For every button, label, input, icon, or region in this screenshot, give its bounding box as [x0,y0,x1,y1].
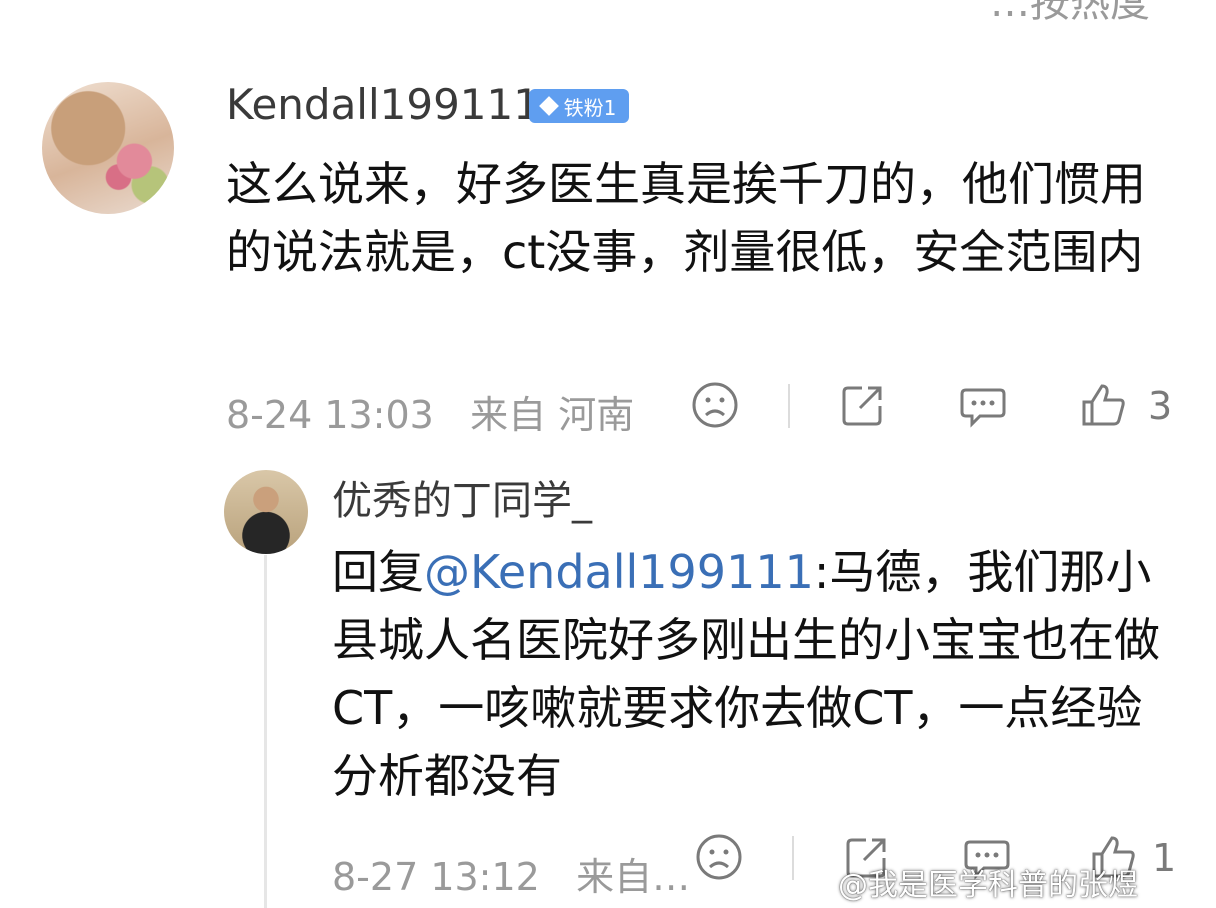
reply-text: 回复@Kendall199111:马德，我们那小县城人名医院好多刚出生的小宝宝也… [332,538,1172,810]
reply-meta: 8-27 13:12 来自… [332,846,690,901]
sad-face-icon[interactable] [694,832,744,882]
watermark: @我是医学科普的张煜 [838,868,1138,903]
reply-username[interactable]: 优秀的丁同学_ [332,468,592,526]
fan-badge: 铁粉1 [529,89,629,123]
comment-username[interactable]: Kendall199111 [226,80,540,129]
thumbs-up-icon[interactable] [1078,380,1128,430]
action-divider [788,384,790,428]
thread-line [264,555,267,908]
mention-link[interactable]: @Kendall199111 [424,545,814,599]
action-divider [792,836,794,880]
reply-avatar[interactable] [224,470,308,554]
fan-badge-label: 铁粉1 [563,95,617,120]
reply-location: 来自… [576,855,691,899]
share-icon[interactable] [838,380,888,430]
avatar[interactable] [42,82,174,214]
sort-label[interactable]: …按热度 [990,0,1150,28]
reply-date: 8-27 13:12 [332,855,540,899]
sad-face-icon[interactable] [690,380,740,430]
comment-text: 这么说来，好多医生真是挨千刀的，他们惯用的说法就是，ct没事，剂量很低，安全范围… [226,157,1146,279]
reply-like-count: 1 [1152,836,1177,880]
reply-prefix: 回复 [332,545,424,599]
like-count: 3 [1148,384,1173,428]
comment-location: 来自 河南 [470,393,635,437]
diamond-icon [538,96,559,116]
comment-meta: 8-24 13:03 来自 河南 [226,384,634,439]
comment-icon[interactable] [958,380,1008,430]
comment-date: 8-24 13:03 [226,393,434,437]
